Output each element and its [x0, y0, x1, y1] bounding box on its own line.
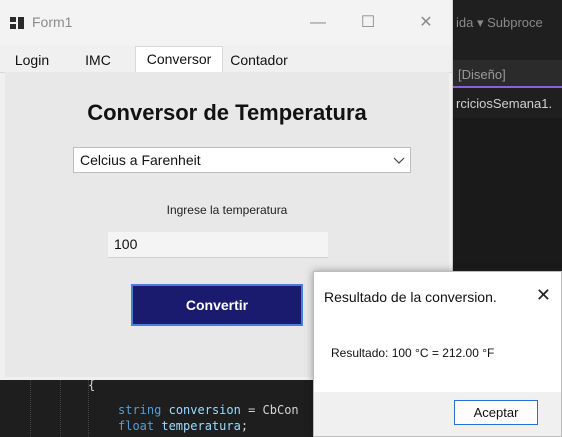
ok-button[interactable]: Aceptar [454, 400, 538, 425]
tab-imc[interactable]: IMC [64, 50, 132, 72]
conversion-mode-dropdown[interactable]: Celcius a Farenheit [73, 147, 411, 173]
ide-panel [452, 118, 562, 268]
temperature-input-value: 100 [114, 236, 138, 252]
title-bar[interactable]: Form1 — ☐ ✕ [0, 0, 452, 46]
tab-strip: Login IMC Conversor Contador [0, 46, 452, 73]
code-identifier: conversion [168, 403, 241, 417]
dialog-message: Resultado: 100 °C = 212.00 °F [331, 346, 495, 360]
maximize-button[interactable]: ☐ [348, 10, 388, 36]
tab-login[interactable]: Login [0, 50, 64, 72]
minimize-button[interactable]: — [298, 10, 338, 36]
ide-designer-tab-label: [Diseño] [458, 67, 506, 82]
code-rest: ; [240, 419, 249, 433]
indent-guide [60, 380, 62, 437]
temperature-prompt-label: Ingrese la temperatura [166, 203, 288, 217]
ide-solution-item[interactable]: rciciosSemana1. [452, 93, 562, 115]
code-keyword: float [118, 419, 155, 433]
app-icon [10, 17, 24, 29]
dialog-close-button[interactable]: ✕ [536, 285, 551, 306]
code-brace: { [88, 378, 96, 392]
page-title: Conversor de Temperatura [87, 100, 367, 125]
code-rest: = CbCon [240, 403, 299, 417]
code-keyword: string [118, 403, 162, 417]
result-dialog: Resultado de la conversion. ✕ Resultado:… [313, 271, 562, 437]
code-line-2: string conversion = CbCon [118, 403, 299, 417]
tab-contador[interactable]: Contador [222, 50, 296, 72]
temperature-input[interactable]: 100 [108, 232, 328, 258]
code-line-3: float temperatura; [118, 419, 248, 433]
indent-guide [30, 380, 32, 437]
ide-toolbar: ida ▾ Subproce [452, 0, 562, 45]
code-line-1: { [88, 378, 95, 392]
window-title: Form1 [32, 14, 73, 30]
ide-solution-label: rciciosSemana1. [456, 96, 553, 111]
ide-document-tab[interactable]: [Diseño] [452, 60, 562, 88]
code-identifier: temperatura [161, 419, 241, 433]
close-button[interactable]: ✕ [406, 10, 446, 36]
convert-button[interactable]: Convertir [131, 284, 303, 326]
ide-menu-text[interactable]: ida ▾ Subproce [456, 15, 543, 31]
chevron-down-icon [393, 157, 405, 164]
dialog-footer: Aceptar [314, 392, 561, 436]
dropdown-selected-value: Celcius a Farenheit [80, 152, 201, 168]
tab-conversor[interactable]: Conversor [135, 46, 223, 73]
ide-tab-accent [452, 86, 562, 88]
dialog-title: Resultado de la conversion. [324, 289, 497, 305]
